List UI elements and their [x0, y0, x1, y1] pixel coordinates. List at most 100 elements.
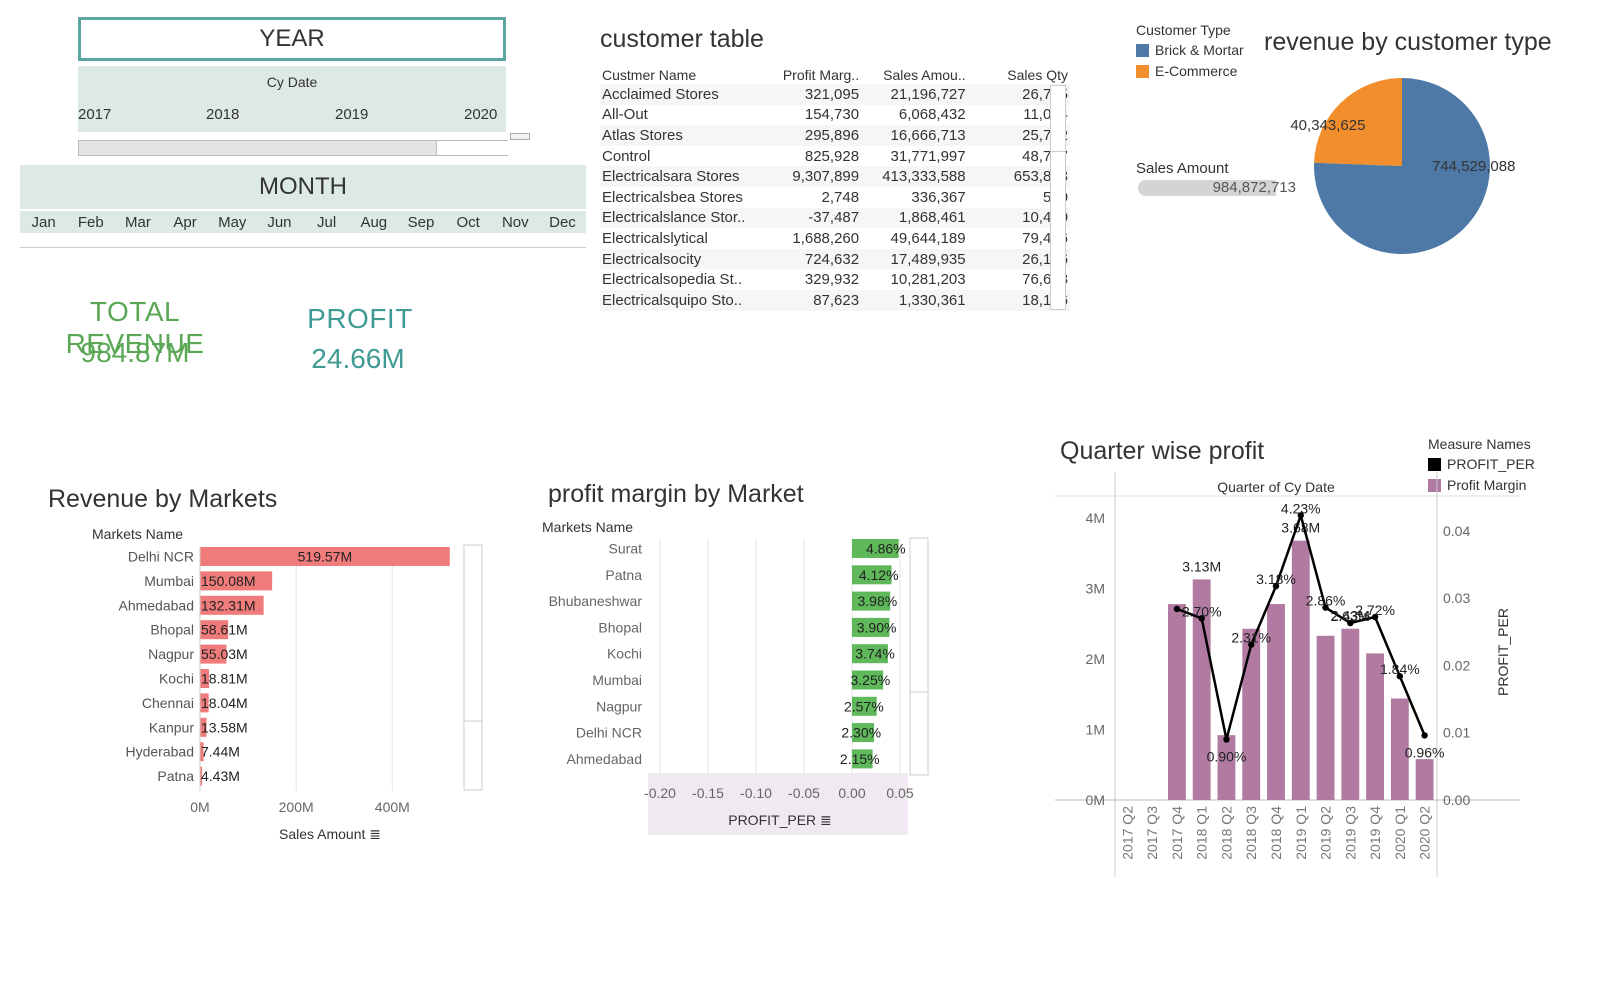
cy-date-label: Cy Date — [266, 74, 318, 90]
sales-cell: 49,644,189 — [890, 229, 966, 247]
bar — [1415, 759, 1434, 800]
tick-label: 3M — [1086, 581, 1105, 597]
line-label: 2.31% — [1231, 630, 1271, 646]
category-label: Nagpur — [148, 646, 194, 662]
total-revenue-value: 984.87M — [80, 337, 190, 368]
month-option[interactable]: Apr — [162, 211, 209, 233]
tick-label: 2M — [1086, 651, 1105, 667]
pie-slice-label: 240,343,625 — [1290, 117, 1365, 134]
tick-label: 0.03 — [1443, 590, 1470, 606]
customer-name-cell: Atlas Stores — [600, 125, 759, 146]
profit-margin-market-chart: Markets Name Surat 4.86% Patna 4.12% Bhubanes… — [542, 519, 929, 835]
table-scrollbar-thumb[interactable] — [1051, 86, 1065, 152]
category-label: Kochi — [607, 646, 642, 662]
profit-cell: 87,623 — [758, 289, 862, 311]
data-label: 2.57% — [844, 698, 884, 714]
quarter-profit-title: Quarter wise profit — [1060, 437, 1265, 465]
sales-cell: 1,330,361 — [861, 289, 968, 311]
sales-cell: 16,666,713 — [861, 125, 968, 146]
year-label-2020: 2020 — [464, 106, 498, 123]
customer-name-cell: All-Out — [602, 106, 648, 124]
sales-cell: 10,281,203 — [890, 271, 966, 289]
month-option[interactable]: Feb — [67, 211, 114, 233]
month-option[interactable]: Nov — [492, 211, 539, 233]
tick-label: -0.10 — [740, 785, 772, 801]
scrollbar-thumb — [463, 544, 483, 722]
legend-item-profit-per[interactable]: PROFIT_PER — [1428, 456, 1535, 472]
sales-amount-label: Sales Amount — [1136, 160, 1229, 177]
quarter-label: 2019 Q1 — [1293, 806, 1309, 860]
legend-item-ecommerce[interactable]: E-Commerce — [1136, 63, 1237, 79]
category-label: Patna — [157, 768, 194, 784]
customer-name-cell: Electricalsopedia St.. — [602, 271, 743, 289]
month-option[interactable]: Jan — [20, 211, 67, 233]
sales-cell: 21,196,727 — [861, 84, 968, 105]
tick-label: 0.05 — [886, 785, 913, 801]
month-option[interactable]: Jul — [303, 211, 350, 233]
measure-names-legend-title: Measure Names — [1428, 436, 1531, 452]
month-option[interactable]: Sep — [397, 211, 444, 233]
tick-label: 0M — [190, 799, 209, 815]
quarter-label: 2019 Q3 — [1342, 806, 1358, 860]
month-option[interactable]: Dec — [539, 211, 586, 233]
sales-cell: 17,489,935 — [861, 248, 968, 270]
data-label: 132.31M — [201, 597, 255, 613]
table-row: Electricalslance Stor.. -37,487 1,868,461 1… — [600, 207, 1070, 229]
customer-type-pie-chart: 744,529,088 240,343,625 — [1290, 78, 1515, 255]
legend-item-brick-mortar[interactable]: Brick & Mortar — [1136, 42, 1244, 58]
axis-title: PROFIT_PER — [1495, 608, 1511, 696]
quarter-label: 2019 Q4 — [1367, 806, 1383, 860]
data-label: 2.15% — [840, 751, 880, 767]
customer-name-cell: Control — [602, 147, 651, 165]
customer-type-legend-title: Customer Type — [1136, 22, 1231, 38]
quarter-label: 2018 Q1 — [1194, 806, 1210, 860]
profit-cell: 9,307,899 — [758, 166, 862, 187]
year-label-2018: 2018 — [206, 106, 240, 123]
month-option[interactable]: Jun — [256, 211, 303, 233]
dim-label: Markets Name — [92, 526, 183, 542]
table-row: Acclaimed Stores 321,095 21,196,727 26,705 — [600, 84, 1070, 105]
customer-table: Custmer Name Profit Marg.. Sales Amou.. … — [600, 66, 1070, 311]
month-option[interactable]: Oct — [445, 211, 492, 233]
month-filter-title: MONTH — [20, 165, 586, 209]
scrollbar-thumb — [909, 537, 929, 693]
sales-cell: 6,068,432 — [898, 106, 966, 124]
month-option[interactable]: Aug — [350, 211, 397, 233]
profit-title: PROFIT — [307, 303, 413, 334]
category-label: Bhopal — [598, 619, 642, 635]
data-label: 55.03M — [201, 646, 248, 662]
sales-cell: 1,868,461 — [861, 207, 968, 229]
table-row: Electricalsara Stores 9,307,899 413,333,58… — [600, 166, 1070, 187]
data-label: 4.43M — [201, 768, 240, 784]
year-slider-tab[interactable] — [510, 133, 530, 140]
table-row: Electricalslytical 1,688,260 49,644,189 79,… — [600, 228, 1070, 249]
year-slider-handle[interactable] — [436, 141, 508, 155]
dim-label: Markets Name — [542, 519, 633, 535]
table-row: Control 825,928 31,771,997 48,767 — [600, 146, 1070, 167]
month-option[interactable]: May — [209, 211, 256, 233]
data-label: 3.25% — [850, 672, 890, 688]
month-divider — [20, 247, 586, 248]
category-label: Bhopal — [150, 622, 194, 638]
category-label: Bhubaneshwar — [549, 593, 643, 609]
quarter-label: 2020 Q1 — [1392, 806, 1408, 860]
sales-cell: 31,771,997 — [890, 147, 966, 165]
tick-label: 0.00 — [838, 785, 865, 801]
bar — [1242, 628, 1261, 800]
profit-cell: 329,932 — [804, 271, 860, 289]
data-label: 3.90% — [857, 619, 897, 635]
month-option[interactable]: Mar — [114, 211, 161, 233]
pie-slice-label: 744,529,088 — [1432, 158, 1515, 175]
tick-label: 200M — [279, 799, 314, 815]
year-label-2019: 2019 — [335, 106, 369, 123]
data-label: 13.58M — [201, 719, 248, 735]
column-header[interactable]: Sales Amou.. — [861, 66, 968, 84]
tick-label: 0.01 — [1443, 725, 1470, 741]
quarter-label: 2017 Q4 — [1169, 806, 1185, 860]
column-header[interactable]: Profit Marg.. — [759, 66, 861, 84]
column-header[interactable]: Sales Qty — [968, 66, 1070, 84]
line-label: 2.70% — [1182, 603, 1222, 619]
legend-swatch — [1136, 64, 1149, 78]
quarter-profit-chart: Quarter of Cy Date 0M 1M 2M 3M 4M 0.00 0.01 0.02… — [1055, 472, 1520, 877]
column-header[interactable]: Custmer Name — [600, 66, 759, 84]
